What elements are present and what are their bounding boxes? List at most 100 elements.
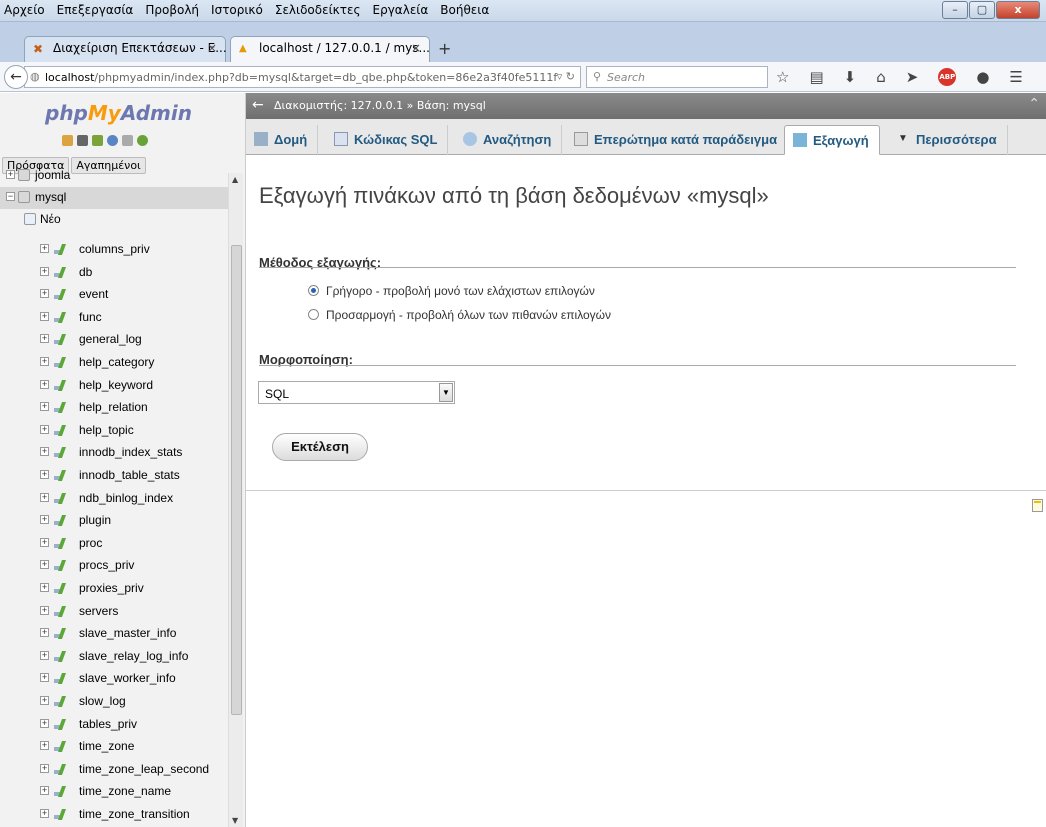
table-item[interactable]: + event bbox=[0, 284, 228, 306]
expand-icon[interactable]: + bbox=[40, 311, 49, 321]
expand-icon[interactable]: + bbox=[40, 289, 49, 299]
reload-icon[interactable]: ▿ ↻ bbox=[557, 70, 575, 83]
expand-icon[interactable]: + bbox=[40, 786, 49, 796]
new-table-item[interactable]: Νέο bbox=[0, 209, 228, 231]
browser-tab-extensions[interactable]: ✖ Διαχείριση Επεκτάσεων - Ε... × bbox=[24, 36, 227, 62]
table-item[interactable]: + plugin bbox=[0, 510, 228, 532]
scroll-up-icon[interactable]: ▲ bbox=[232, 175, 238, 184]
tab-query[interactable]: Επερώτημα κατά παράδειγμα bbox=[566, 125, 789, 155]
format-select[interactable]: SQL ▼ bbox=[258, 381, 455, 404]
table-item[interactable]: + db bbox=[0, 262, 228, 284]
bookmark-star-icon[interactable]: ☆ bbox=[776, 68, 789, 86]
search-input[interactable]: ⚲ Search bbox=[586, 66, 768, 88]
menu-edit[interactable]: Επεξεργασία bbox=[55, 3, 136, 17]
phpmyadmin-logo[interactable]: phpMyAdmin bbox=[45, 101, 192, 125]
tab-export[interactable]: Εξαγωγή bbox=[784, 125, 880, 155]
db-node-mysql[interactable]: − mysql bbox=[0, 187, 228, 209]
collapse-icon[interactable]: ⌃ bbox=[1028, 96, 1040, 112]
menu-help[interactable]: Βοήθεια bbox=[438, 3, 491, 17]
tab-search[interactable]: Αναζήτηση bbox=[455, 125, 563, 155]
scroll-down-icon[interactable]: ▼ bbox=[232, 816, 238, 825]
expand-icon[interactable]: + bbox=[40, 447, 49, 457]
expand-icon[interactable]: + bbox=[40, 244, 49, 253]
dropdown-arrow-icon[interactable]: ▼ bbox=[439, 383, 453, 402]
hamburger-menu-icon[interactable]: ☰ bbox=[1009, 68, 1022, 86]
table-item[interactable]: + time_zone_leap_second bbox=[0, 759, 228, 781]
table-item[interactable]: + slow_log bbox=[0, 691, 228, 713]
expand-icon[interactable]: + bbox=[40, 650, 49, 660]
adblock-icon[interactable]: ABP bbox=[938, 68, 957, 86]
home-icon[interactable] bbox=[62, 135, 73, 146]
table-item[interactable]: + innodb_table_stats bbox=[0, 465, 228, 487]
db-node-joomla[interactable]: + joomla bbox=[0, 165, 228, 187]
expand-icon[interactable]: + bbox=[40, 357, 49, 366]
close-tab-icon[interactable]: × bbox=[411, 41, 421, 55]
table-item[interactable]: + time_zone_name bbox=[0, 781, 228, 803]
help-icon[interactable] bbox=[107, 135, 118, 146]
nav-scrollbar[interactable]: ▲ ▼ bbox=[228, 173, 243, 827]
query-window-icon[interactable] bbox=[92, 135, 103, 146]
table-item[interactable]: + help_keyword bbox=[0, 375, 228, 397]
scroll-thumb[interactable] bbox=[231, 245, 242, 715]
expand-icon[interactable]: + bbox=[40, 696, 49, 705]
table-item[interactable]: + columns_priv bbox=[0, 239, 228, 261]
close-window-button[interactable]: x bbox=[996, 1, 1040, 19]
tab-structure[interactable]: Δομή bbox=[246, 125, 319, 155]
tab-sql[interactable]: Κώδικας SQL bbox=[326, 125, 449, 155]
expand-icon[interactable]: + bbox=[40, 266, 49, 276]
table-item[interactable]: + time_zone_transition bbox=[0, 804, 228, 826]
url-bar[interactable]: ◍ localhost/phpmyadmin/index.php?db=mysq… bbox=[24, 66, 581, 88]
table-item[interactable]: + func bbox=[0, 307, 228, 329]
bookmarks-list-icon[interactable]: ▤ bbox=[809, 68, 823, 86]
table-item[interactable]: + slave_worker_info bbox=[0, 668, 228, 690]
table-item[interactable]: + innodb_index_stats bbox=[0, 442, 228, 464]
expand-icon[interactable]: + bbox=[40, 402, 49, 412]
table-item[interactable]: + time_zone bbox=[0, 736, 228, 758]
table-item[interactable]: + slave_relay_log_info bbox=[0, 646, 228, 668]
send-icon[interactable]: ➤ bbox=[906, 68, 919, 86]
maximize-button[interactable]: ▢ bbox=[969, 1, 995, 19]
menu-history[interactable]: Ιστορικό bbox=[209, 3, 265, 17]
expand-icon[interactable]: + bbox=[40, 763, 49, 773]
collapse-icon[interactable]: − bbox=[6, 192, 15, 201]
table-item[interactable]: + servers bbox=[0, 601, 228, 623]
close-tab-icon[interactable]: × bbox=[207, 41, 217, 55]
expand-icon[interactable]: + bbox=[40, 334, 49, 344]
expand-icon[interactable]: + bbox=[40, 628, 49, 638]
console-icon[interactable] bbox=[1032, 499, 1043, 512]
table-item[interactable]: + help_relation bbox=[0, 397, 228, 419]
expand-icon[interactable]: + bbox=[40, 741, 49, 751]
expand-icon[interactable]: + bbox=[40, 718, 49, 728]
expand-icon[interactable]: + bbox=[40, 605, 49, 615]
expand-icon[interactable]: + bbox=[40, 379, 49, 389]
back-button[interactable]: ← bbox=[4, 65, 28, 89]
table-item[interactable]: + help_category bbox=[0, 352, 228, 374]
go-button[interactable]: Εκτέλεση bbox=[272, 433, 368, 461]
table-item[interactable]: + proc bbox=[0, 533, 228, 555]
breadcrumb-database[interactable]: Βάση: mysql bbox=[417, 99, 486, 112]
downloads-icon[interactable]: ⬇ bbox=[844, 68, 857, 86]
expand-icon[interactable]: + bbox=[40, 583, 49, 592]
expand-icon[interactable]: + bbox=[40, 673, 49, 683]
expand-icon[interactable]: + bbox=[40, 537, 49, 547]
table-item[interactable]: + ndb_binlog_index bbox=[0, 488, 228, 510]
new-tab-icon[interactable]: + bbox=[438, 39, 451, 58]
tab-more[interactable]: ▼ Περισσότερα bbox=[888, 125, 1008, 155]
chat-icon[interactable]: ● bbox=[976, 68, 989, 86]
table-item[interactable]: + general_log bbox=[0, 329, 228, 351]
expand-icon[interactable]: + bbox=[40, 515, 49, 525]
browser-tab-phpmyadmin[interactable]: ▲ localhost / 127.0.0.1 / mys... × bbox=[230, 36, 430, 62]
menu-bookmarks[interactable]: Σελιδοδείκτες bbox=[273, 3, 363, 17]
expand-icon[interactable]: + bbox=[40, 809, 49, 818]
reload-nav-icon[interactable] bbox=[137, 135, 148, 146]
expand-icon[interactable]: + bbox=[40, 424, 49, 434]
expand-icon[interactable]: + bbox=[40, 492, 49, 502]
expand-icon[interactable]: + bbox=[6, 170, 15, 179]
back-arrow-icon[interactable]: ← bbox=[252, 97, 264, 113]
table-item[interactable]: + help_topic bbox=[0, 420, 228, 442]
menu-tools[interactable]: Εργαλεία bbox=[371, 3, 431, 17]
minimize-button[interactable]: – bbox=[942, 1, 968, 19]
table-item[interactable]: + slave_master_info bbox=[0, 623, 228, 645]
docs-icon[interactable] bbox=[122, 135, 133, 146]
expand-icon[interactable]: + bbox=[40, 560, 49, 570]
